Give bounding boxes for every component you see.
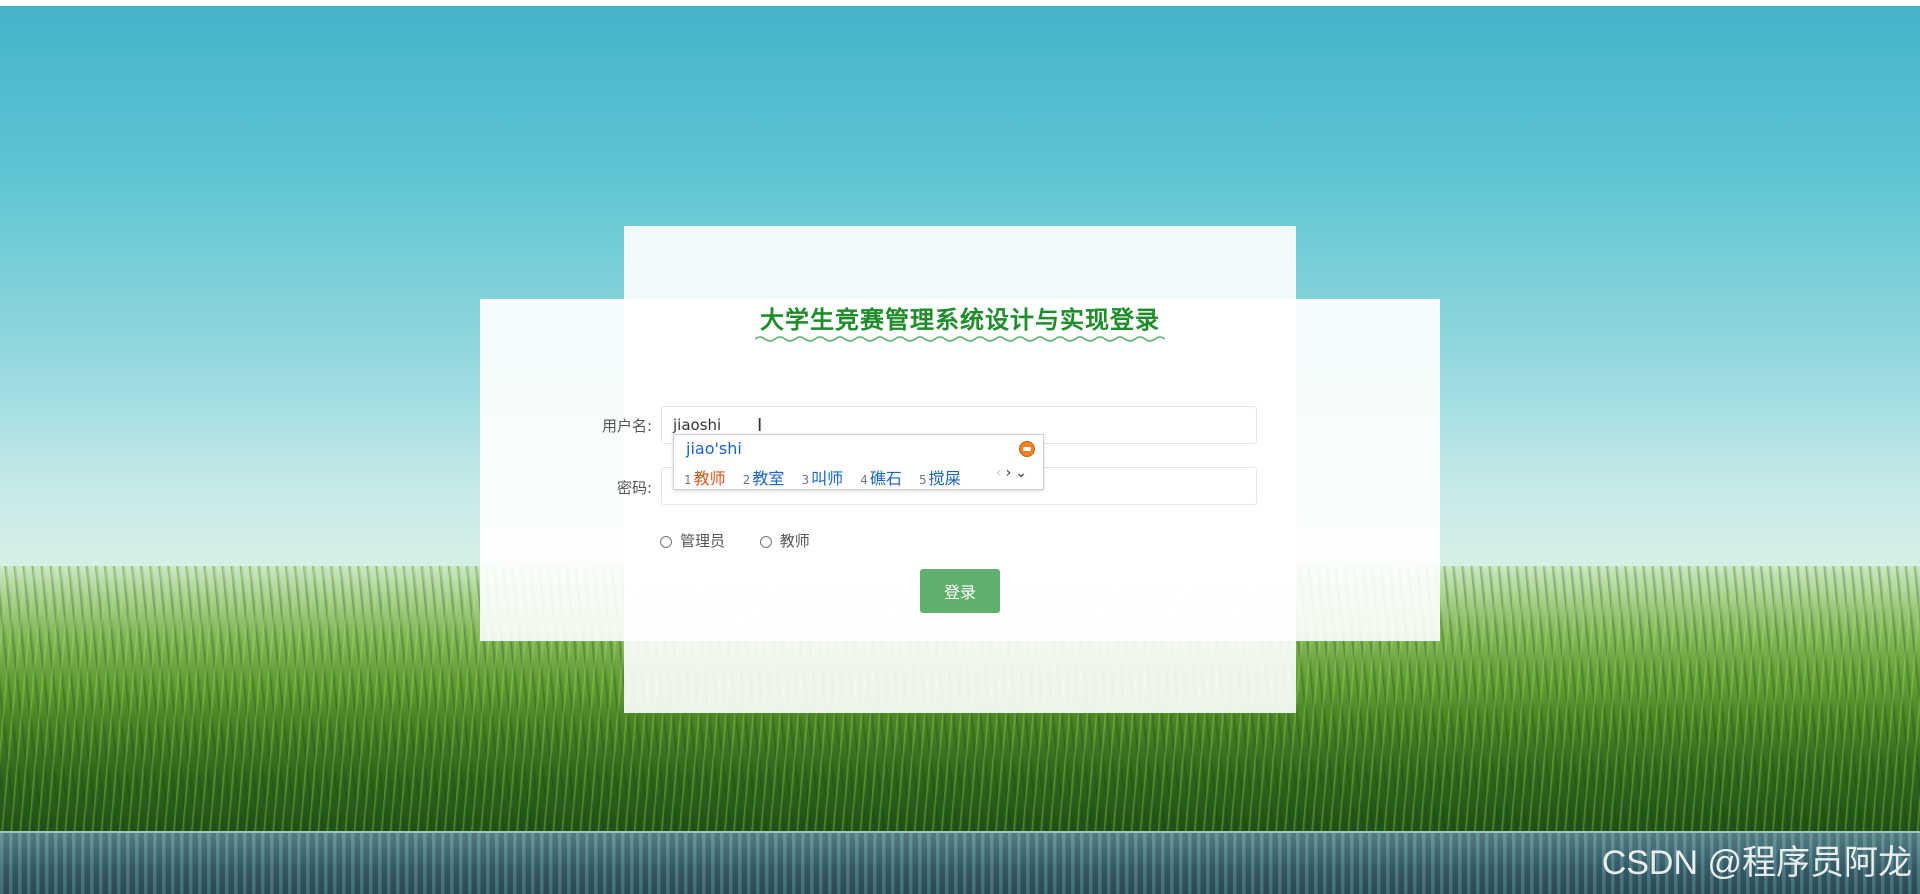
ime-composition: jiao'shi	[686, 439, 742, 458]
password-label: 密码:	[616, 479, 652, 497]
radio-icon[interactable]	[759, 535, 772, 548]
ime-candidate[interactable]: 3 叫师	[802, 469, 844, 488]
ime-candidate[interactable]: 4 礁石	[860, 469, 902, 488]
ime-candidate[interactable]: 1 教师	[684, 469, 726, 488]
watermark: CSDN @程序员阿龙	[1601, 844, 1912, 882]
username-label: 用户名:	[601, 417, 652, 435]
ime-candidates: 1 教师 2 教室 3 叫师 4 礁石 5 搅屎	[684, 465, 973, 489]
ime-logo-icon[interactable]	[1019, 441, 1035, 457]
text-cursor-icon: I	[757, 415, 763, 436]
ime-candidate[interactable]: 5 搅屎	[919, 469, 961, 488]
role-option-teacher[interactable]: 教师	[759, 530, 810, 551]
ime-candidate[interactable]: 2 教室	[743, 469, 785, 488]
role-selector: 管理员 教师	[660, 530, 840, 551]
ime-prev-icon[interactable]: ‹	[996, 465, 1006, 481]
login-button[interactable]: 登录	[920, 569, 1000, 613]
radio-icon[interactable]	[660, 535, 672, 548]
role-option-admin[interactable]: 管理员	[660, 530, 725, 551]
ime-candidate-popup: jiao'shi 1 教师 2 教室 3 叫师 4 礁石 5 搅屎 ‹›⌄	[673, 434, 1044, 490]
ime-expand-icon[interactable]: ⌄	[1015, 465, 1031, 481]
page-title: 大学生竞赛管理系统设计与实现登录	[760, 306, 1160, 334]
title-underline	[755, 336, 1165, 342]
ime-next-icon[interactable]: ›	[1006, 465, 1016, 481]
ime-page-nav: ‹›⌄	[996, 465, 1031, 481]
